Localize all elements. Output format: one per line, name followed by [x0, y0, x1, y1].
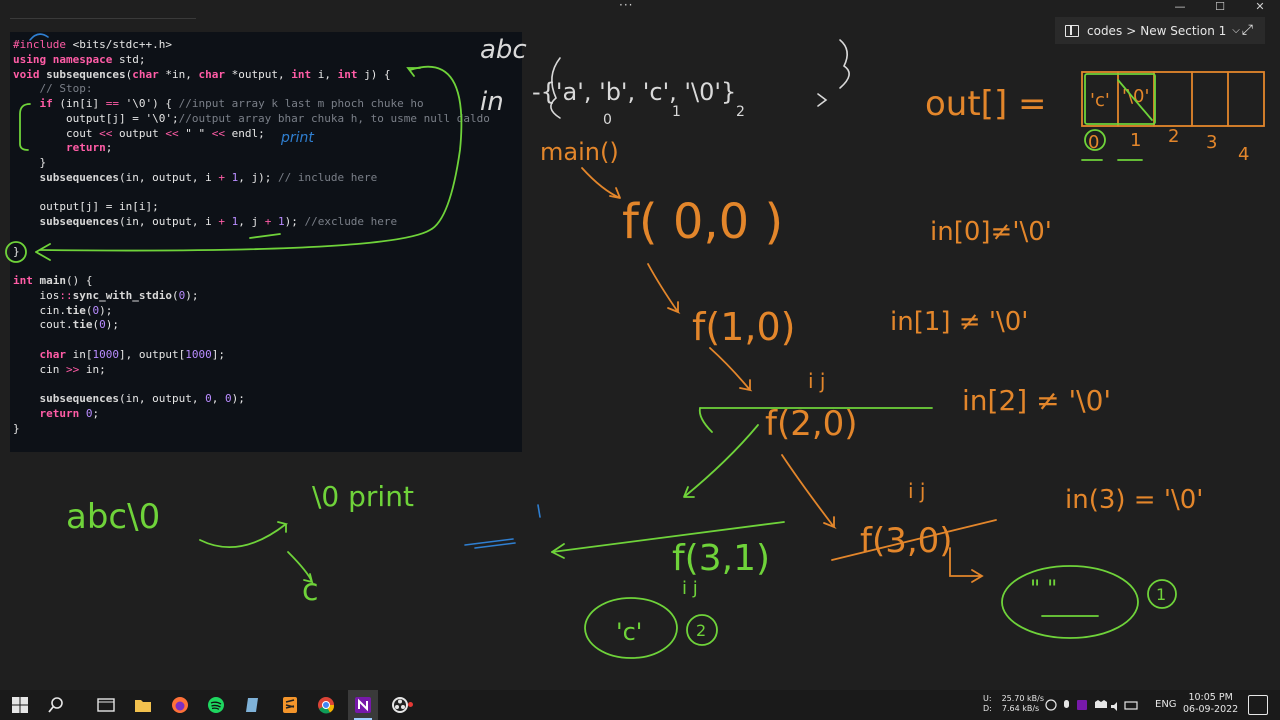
- out-cell-1: '\0': [1122, 86, 1149, 107]
- in-index-0: 0: [603, 112, 612, 128]
- clock-date: 06-09-2022: [1183, 704, 1239, 715]
- microphone-icon: [1064, 700, 1069, 708]
- out-index-0: 0: [1088, 132, 1099, 153]
- close-button[interactable]: ✕: [1240, 0, 1280, 14]
- network-speed: U: 25.70 kB/s D: 7.64 kB/s: [983, 694, 1044, 714]
- code-text: #include <bits/stdc++.h> using namespace…: [13, 38, 490, 435]
- onenote-tray-icon: [1077, 700, 1087, 710]
- windows-start-icon[interactable]: [10, 695, 30, 715]
- notebook-icon: [1065, 24, 1079, 37]
- code-snippet-image: #include <bits/stdc++.h> using namespace…: [10, 32, 522, 452]
- in1-check: in[1] ≠ '\0': [890, 307, 1028, 337]
- call-f-2-0: f(2,0): [765, 404, 858, 444]
- speaker-icon: [1111, 702, 1117, 711]
- out-index-3: 3: [1206, 132, 1217, 153]
- search-icon[interactable]: [46, 695, 66, 715]
- in-array-literal: -{'a', 'b', 'c', '\0'}: [532, 78, 736, 106]
- battery-icon: [1124, 701, 1138, 710]
- clock-time: 10:05 PM: [1188, 692, 1233, 703]
- result-c-order: 2: [696, 621, 706, 640]
- title-bar-divider: [10, 18, 196, 19]
- call-f-1-0: f(1,0): [692, 305, 795, 349]
- spotify-icon[interactable]: [206, 695, 226, 715]
- breadcrumb-notebook[interactable]: codes: [1087, 24, 1122, 38]
- breadcrumb-section[interactable]: New Section 1: [1140, 24, 1226, 38]
- task-view-icon[interactable]: [96, 695, 116, 715]
- title-more-icon[interactable]: ···: [619, 0, 633, 12]
- recording-dot-icon: [408, 702, 413, 707]
- net-down-label: D:: [983, 704, 992, 713]
- onenote-active-tile[interactable]: [348, 690, 378, 720]
- firefox-icon[interactable]: [170, 695, 190, 715]
- main-label: main(): [540, 138, 619, 166]
- call-f-3-0: f(3,0): [860, 521, 953, 561]
- ij-label-1: i j: [808, 369, 825, 393]
- brace-left: [550, 57, 561, 119]
- file-explorer-icon[interactable]: [133, 695, 153, 715]
- in0-check: in[0]≠'\0': [930, 217, 1052, 247]
- sync-icon: [1095, 700, 1107, 708]
- abc-null-note: abc\0: [66, 497, 160, 537]
- notes-app-icon[interactable]: [243, 695, 263, 715]
- in3-check: in(3) = '\0': [1065, 485, 1203, 515]
- chevron-down-icon[interactable]: ⌵: [1232, 25, 1240, 36]
- in-index-1: 1: [672, 104, 681, 120]
- result-c: 'c': [616, 618, 642, 646]
- in2-check: in[2] ≠ '\0': [962, 384, 1111, 417]
- net-up-label: U:: [983, 694, 992, 703]
- c-note: c: [302, 573, 319, 608]
- ij-label-2: i j: [682, 578, 698, 599]
- net-down-rate: 7.64 kB/s: [1001, 704, 1040, 713]
- onenote-icon: [355, 697, 371, 713]
- out-index-1: 1: [1130, 130, 1141, 151]
- result-empty: " ": [1030, 577, 1057, 602]
- call-f-0-0: f( 0,0 ): [622, 194, 783, 250]
- call-f-3-1: f(3,1): [672, 538, 770, 579]
- brace-right: [839, 39, 850, 89]
- out-array-label: out[] =: [925, 84, 1047, 124]
- in-index-2: 2: [736, 104, 745, 120]
- notification-icon[interactable]: [1248, 695, 1268, 715]
- chrome-icon[interactable]: [316, 695, 336, 715]
- ij-label-3: i j: [908, 479, 925, 503]
- out-index-4: 4: [1238, 144, 1249, 165]
- window-title-bar: [0, 0, 1280, 14]
- expand-icon[interactable]: ⤢: [1242, 22, 1253, 38]
- breadcrumb-separator: >: [1126, 23, 1137, 38]
- net-up-rate: 25.70 kB/s: [1001, 694, 1044, 703]
- section-breadcrumb[interactable]: codes > New Section 1 ⌵ ⤢: [1055, 17, 1265, 44]
- out-cell-0: 'c': [1090, 90, 1110, 111]
- sublime-text-icon[interactable]: [280, 695, 300, 715]
- orange-arrows: [581, 71, 1265, 583]
- obs-icon[interactable]: [390, 695, 410, 715]
- result-empty-order: 1: [1156, 585, 1166, 604]
- language-indicator[interactable]: ENG: [1155, 699, 1177, 710]
- gauge-icon: [1045, 699, 1057, 711]
- system-clock[interactable]: 10:05 PM 06-09-2022: [1183, 692, 1238, 716]
- maximize-button[interactable]: ☐: [1200, 0, 1240, 14]
- system-tray-icons[interactable]: [1045, 697, 1145, 713]
- null-print-note: \0 print: [312, 480, 414, 513]
- minimize-button[interactable]: —: [1160, 0, 1200, 14]
- out-index-2: 2: [1168, 126, 1179, 147]
